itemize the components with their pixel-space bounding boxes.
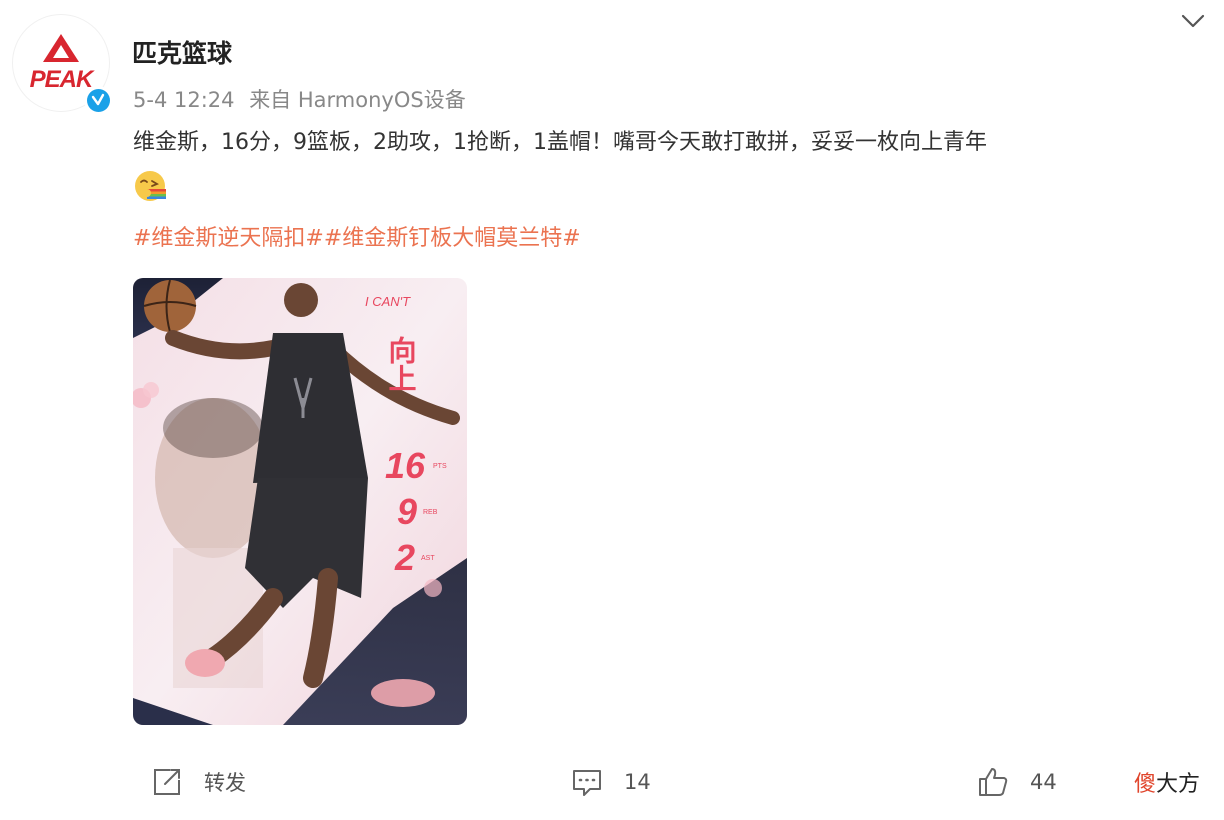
post-source: 来自 HarmonyOS设备 xyxy=(249,88,466,112)
hashtag-link[interactable]: #维金斯逆天隔扣# xyxy=(133,226,324,251)
post-time[interactable]: 5-4 12:24 xyxy=(133,88,235,112)
rainbow-vomit-emoji-icon xyxy=(135,171,166,201)
repost-label: 转发 xyxy=(204,771,246,795)
verified-badge xyxy=(84,86,112,114)
check-icon xyxy=(91,93,105,106)
comment-button[interactable]: 14 xyxy=(570,764,651,800)
stat-unit: REB xyxy=(423,509,438,516)
watermark-highlight: 傻 xyxy=(1134,772,1157,797)
share-icon xyxy=(154,769,180,795)
peak-triangle-icon xyxy=(43,34,79,62)
poster-slogan-cn: 向上 xyxy=(385,336,418,392)
hashtag-line: #维金斯逆天隔扣##维金斯钉板大帽莫兰特# xyxy=(133,220,581,252)
post-text: 维金斯，16分，9篮板，2助攻，1抢断，1盖帽！嘴哥今天敢打敢拼，妥妥一枚向上青… xyxy=(133,130,987,155)
peak-logo-text: PEAK xyxy=(29,66,94,93)
hashtag-link[interactable]: #维金斯钉板大帽莫兰特# xyxy=(324,226,581,251)
post-image[interactable]: I CAN'T 向上 16 PTS 9 REB 2 AST xyxy=(133,278,467,725)
stat-value: 9 xyxy=(397,491,417,532)
watermark-rest: 大方 xyxy=(1156,772,1201,797)
stat-unit: PTS xyxy=(433,463,447,470)
watermark: 傻大方 xyxy=(1134,766,1200,798)
stat-value: 16 xyxy=(385,445,426,486)
comment-icon xyxy=(573,770,601,796)
repost-button[interactable]: 转发 xyxy=(150,764,246,800)
like-button[interactable]: 44 xyxy=(976,764,1057,800)
poster-slogan-en: I CAN'T xyxy=(365,294,411,309)
chevron-down-icon[interactable] xyxy=(1180,10,1206,32)
stat-unit: AST xyxy=(421,555,435,562)
avatar[interactable]: PEAK xyxy=(12,14,112,114)
like-count: 44 xyxy=(1030,770,1057,794)
thumbs-up-icon xyxy=(979,768,1008,796)
account-name[interactable]: 匹克篮球 xyxy=(132,34,232,70)
comment-count: 14 xyxy=(624,770,651,794)
stat-value: 2 xyxy=(394,537,415,578)
post-meta: 5-4 12:24 来自 HarmonyOS设备 xyxy=(133,84,474,114)
